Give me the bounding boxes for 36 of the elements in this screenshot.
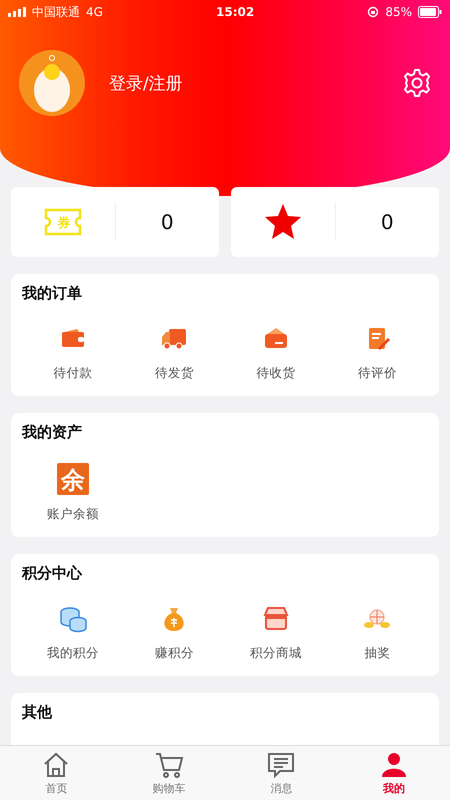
tab-item[interactable]: 购物车 xyxy=(112,746,225,800)
menu-item-label[interactable]: 待收货 xyxy=(256,365,296,382)
rotation-lock-icon xyxy=(367,6,380,18)
stat-card[interactable]: 券 0 xyxy=(11,187,219,257)
network-type: 4G xyxy=(86,5,103,19)
settings-icon[interactable] xyxy=(402,68,432,98)
section-title: 我的资产 xyxy=(22,423,83,442)
tab-item[interactable]: 首页 xyxy=(0,746,112,800)
menu-item-label[interactable]: 待评价 xyxy=(358,365,397,382)
battery-percent: 85% xyxy=(385,5,412,19)
section-title: 积分中心 xyxy=(22,564,84,583)
login-link[interactable]: 登录/注册 xyxy=(109,72,378,94)
balance-icon: 余 xyxy=(56,462,90,496)
stat-count: 0 xyxy=(160,210,174,234)
coupon-icon: 券 xyxy=(42,207,83,237)
stat-count: 0 xyxy=(380,210,394,234)
battery-icon xyxy=(418,6,442,18)
clock-time: 15:02 xyxy=(216,5,254,19)
message-icon xyxy=(266,750,296,780)
signal-icon xyxy=(8,7,26,17)
carrier-name: 中国联通 xyxy=(32,4,80,20)
menu-item-label[interactable]: 抽奖 xyxy=(364,645,390,662)
cart-icon xyxy=(154,750,184,780)
menu-item-label[interactable]: 待付款 xyxy=(53,365,92,382)
star-icon xyxy=(262,203,303,241)
avatar-drawing[interactable] xyxy=(19,50,85,116)
menu-item-label[interactable]: 我的积分 xyxy=(46,645,99,662)
menu-item-label[interactable]: 赚积分 xyxy=(154,645,194,662)
menu-item-label[interactable]: 待发货 xyxy=(154,365,194,382)
menu-item-label[interactable]: 积分商城 xyxy=(250,645,302,662)
stat-card[interactable]: 0 xyxy=(231,187,439,257)
menu-item-label[interactable]: 账户余额 xyxy=(46,506,99,523)
tab-item[interactable]: 消息 xyxy=(225,746,338,800)
section-title: 其他 xyxy=(22,703,53,722)
section-title: 我的订单 xyxy=(22,284,83,303)
tab-item[interactable]: 我的 xyxy=(338,746,450,800)
